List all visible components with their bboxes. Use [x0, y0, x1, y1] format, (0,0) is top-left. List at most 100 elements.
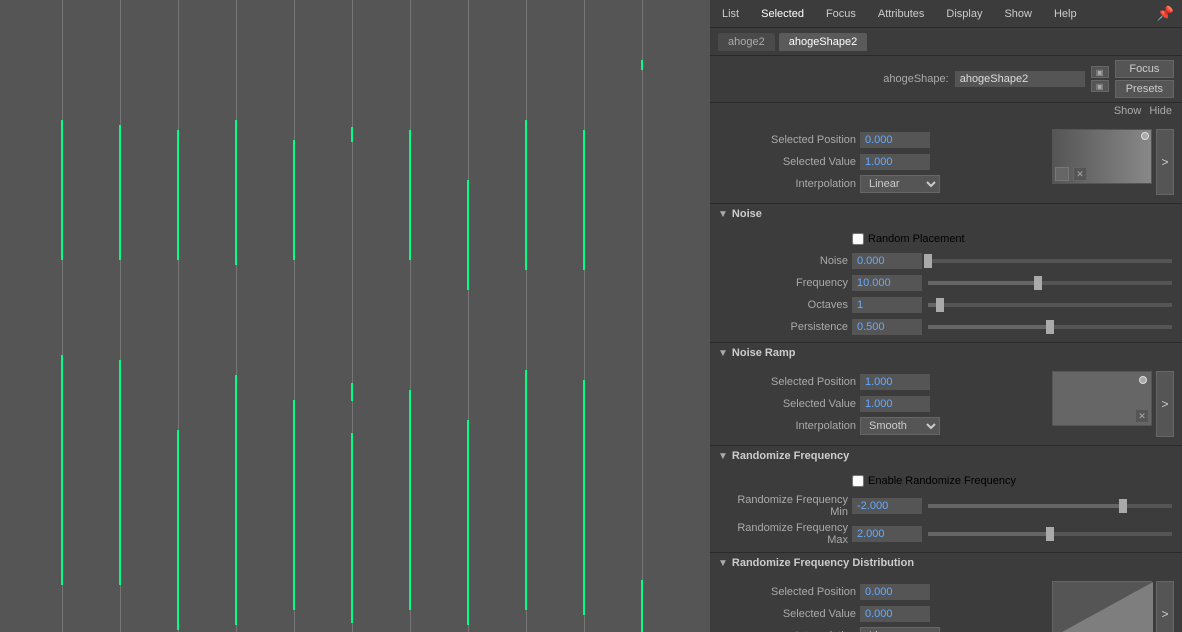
ramp-small-square[interactable]	[1055, 167, 1069, 181]
rand-dist-preview-box	[1052, 581, 1152, 632]
frequency-input[interactable]	[852, 275, 922, 291]
persistence-slider-fill	[928, 325, 1050, 329]
persistence-slider-thumb[interactable]	[1046, 320, 1054, 334]
rand-freq-dist-section-header[interactable]: ▼ Randomize Frequency Distribution	[710, 553, 1182, 573]
frequency-slider-fill	[928, 281, 1038, 285]
noise-slider-track[interactable]	[928, 259, 1172, 263]
ramp-x-button[interactable]: ✕	[1073, 167, 1087, 181]
noise-section-header[interactable]: ▼ Noise	[710, 204, 1182, 224]
noise-ramp-section-body: Selected Position Selected Value Interpo…	[710, 363, 1182, 445]
presets-button[interactable]: Presets	[1115, 80, 1174, 98]
randomize-freq-section-header[interactable]: ▼ Randomize Frequency	[710, 446, 1182, 466]
noise-ramp-preview-box: ✕	[1052, 371, 1152, 426]
rand-dist-selected-pos-input[interactable]	[860, 584, 930, 600]
enable-randomize-row: Enable Randomize Frequency	[710, 470, 1182, 492]
rand-freq-min-slider-thumb[interactable]	[1119, 499, 1127, 513]
tab-ahoge2[interactable]: ahoge2	[718, 33, 775, 51]
scroll-content[interactable]: Selected Position Selected Value Interpo…	[710, 121, 1182, 632]
randomize-freq-section-arrow: ▼	[718, 451, 728, 462]
rand-dist-selected-pos-label: Selected Position	[726, 586, 856, 598]
rand-dist-selected-val-input[interactable]	[860, 606, 930, 622]
rand-dist-selected-val-row: Selected Value	[718, 603, 1048, 625]
rand-freq-max-input[interactable]	[852, 526, 922, 542]
canvas-area	[0, 0, 710, 632]
copy-icons: ▣ ▣	[1091, 66, 1109, 92]
noise-ramp-selected-val-input[interactable]	[860, 396, 930, 412]
rand-freq-dist-section-arrow: ▼	[718, 558, 728, 569]
tab-ahogeshape2[interactable]: ahogeShape2	[779, 33, 868, 51]
rand-dist-selected-pos-row: Selected Position	[718, 581, 1048, 603]
noise-section-title: Noise	[732, 208, 762, 220]
menu-list[interactable]: List	[718, 6, 743, 22]
rand-freq-min-label: Randomize Frequency Min	[718, 494, 848, 518]
rand-freq-dist-preview-container: Selected Position Selected Value Interpo…	[710, 577, 1182, 632]
rand-freq-dist-section: ▼ Randomize Frequency Distribution Selec…	[710, 553, 1182, 632]
focus-button[interactable]: Focus	[1115, 60, 1174, 78]
menu-selected[interactable]: Selected	[757, 6, 808, 22]
noise-ramp-interpolation-label: Interpolation	[726, 420, 856, 432]
rand-dist-interpolation-select[interactable]: Linear Smooth Spline Step	[860, 627, 940, 632]
persistence-input[interactable]	[852, 319, 922, 335]
octaves-slider-thumb[interactable]	[936, 298, 944, 312]
rand-freq-max-slider-thumb[interactable]	[1046, 527, 1054, 541]
noise-input[interactable]	[852, 253, 922, 269]
top-selected-value-label: Selected Value	[726, 156, 856, 168]
shape-input[interactable]	[955, 71, 1085, 87]
persistence-label: Persistence	[718, 321, 848, 333]
enable-randomize-checkbox[interactable]	[852, 475, 864, 487]
noise-label: Noise	[718, 255, 848, 267]
persistence-slider-track[interactable]	[928, 325, 1172, 329]
noise-ramp-interpolation-select[interactable]: Linear Smooth Spline Step	[860, 417, 940, 435]
rand-freq-dist-section-title: Randomize Frequency Distribution	[732, 557, 914, 569]
noise-ramp-selected-val-row: Selected Value	[718, 393, 1048, 415]
top-ramp-preview-box: ✕	[1052, 129, 1152, 184]
show-hide-row: Show Hide	[710, 103, 1182, 121]
enable-randomize-label: Enable Randomize Frequency	[868, 475, 1016, 487]
menu-focus[interactable]: Focus	[822, 6, 860, 22]
copy-down-button[interactable]: ▣	[1091, 80, 1109, 92]
show-button[interactable]: Show	[1112, 105, 1144, 117]
frequency-slider-thumb[interactable]	[1034, 276, 1042, 290]
noise-ramp-x-button[interactable]: ✕	[1135, 409, 1149, 423]
ramp-dot-top[interactable]	[1141, 132, 1149, 140]
octaves-input[interactable]	[852, 297, 922, 313]
noise-ramp-selected-pos-input[interactable]	[860, 374, 930, 390]
menu-help[interactable]: Help	[1050, 6, 1081, 22]
top-ramp-arrow-button[interactable]: >	[1156, 129, 1174, 195]
pin-icon[interactable]: 📌	[1157, 5, 1174, 22]
frequency-label: Frequency	[718, 277, 848, 289]
top-selected-value-input[interactable]	[860, 154, 930, 170]
octaves-slider-track[interactable]	[928, 303, 1172, 307]
randomize-freq-section-title: Randomize Frequency	[732, 450, 849, 462]
rand-dist-arrow-button[interactable]: >	[1156, 581, 1174, 632]
menu-attributes[interactable]: Attributes	[874, 6, 928, 22]
frequency-slider-track[interactable]	[928, 281, 1172, 285]
noise-ramp-arrow-button[interactable]: >	[1156, 371, 1174, 437]
noise-slider-thumb[interactable]	[924, 254, 932, 268]
noise-ramp-interpolation-row: Interpolation Linear Smooth Spline Step	[718, 415, 1048, 437]
tab-bar: ahoge2 ahogeShape2	[710, 28, 1182, 56]
random-placement-checkbox[interactable]	[852, 233, 864, 245]
menu-display[interactable]: Display	[942, 6, 986, 22]
noise-ramp-section-header[interactable]: ▼ Noise Ramp	[710, 343, 1182, 363]
noise-ramp-dot[interactable]	[1139, 376, 1147, 384]
rand-freq-max-slider-track[interactable]	[928, 532, 1172, 536]
right-panel: List Selected Focus Attributes Display S…	[710, 0, 1182, 632]
menu-show[interactable]: Show	[1000, 6, 1036, 22]
top-interpolation-select[interactable]: Linear Smooth Spline Step	[860, 175, 940, 193]
top-selected-value-row: Selected Value	[718, 151, 1048, 173]
top-selected-position-input[interactable]	[860, 132, 930, 148]
menu-bar: List Selected Focus Attributes Display S…	[710, 0, 1182, 28]
noise-ramp-section: ▼ Noise Ramp Selected Position Selected …	[710, 343, 1182, 446]
noise-row: Noise	[710, 250, 1182, 272]
top-selected-position-label: Selected Position	[726, 134, 856, 146]
rand-freq-min-input[interactable]	[852, 498, 922, 514]
header-row: ahogeShape: ▣ ▣ Focus Presets	[710, 56, 1182, 103]
hide-button[interactable]: Hide	[1147, 105, 1174, 117]
top-selected-position-row: Selected Position	[718, 129, 1048, 151]
octaves-label: Octaves	[718, 299, 848, 311]
noise-ramp-section-arrow: ▼	[718, 348, 728, 359]
rand-freq-min-slider-track[interactable]	[928, 504, 1172, 508]
noise-ramp-selected-pos-row: Selected Position	[718, 371, 1048, 393]
copy-up-button[interactable]: ▣	[1091, 66, 1109, 78]
